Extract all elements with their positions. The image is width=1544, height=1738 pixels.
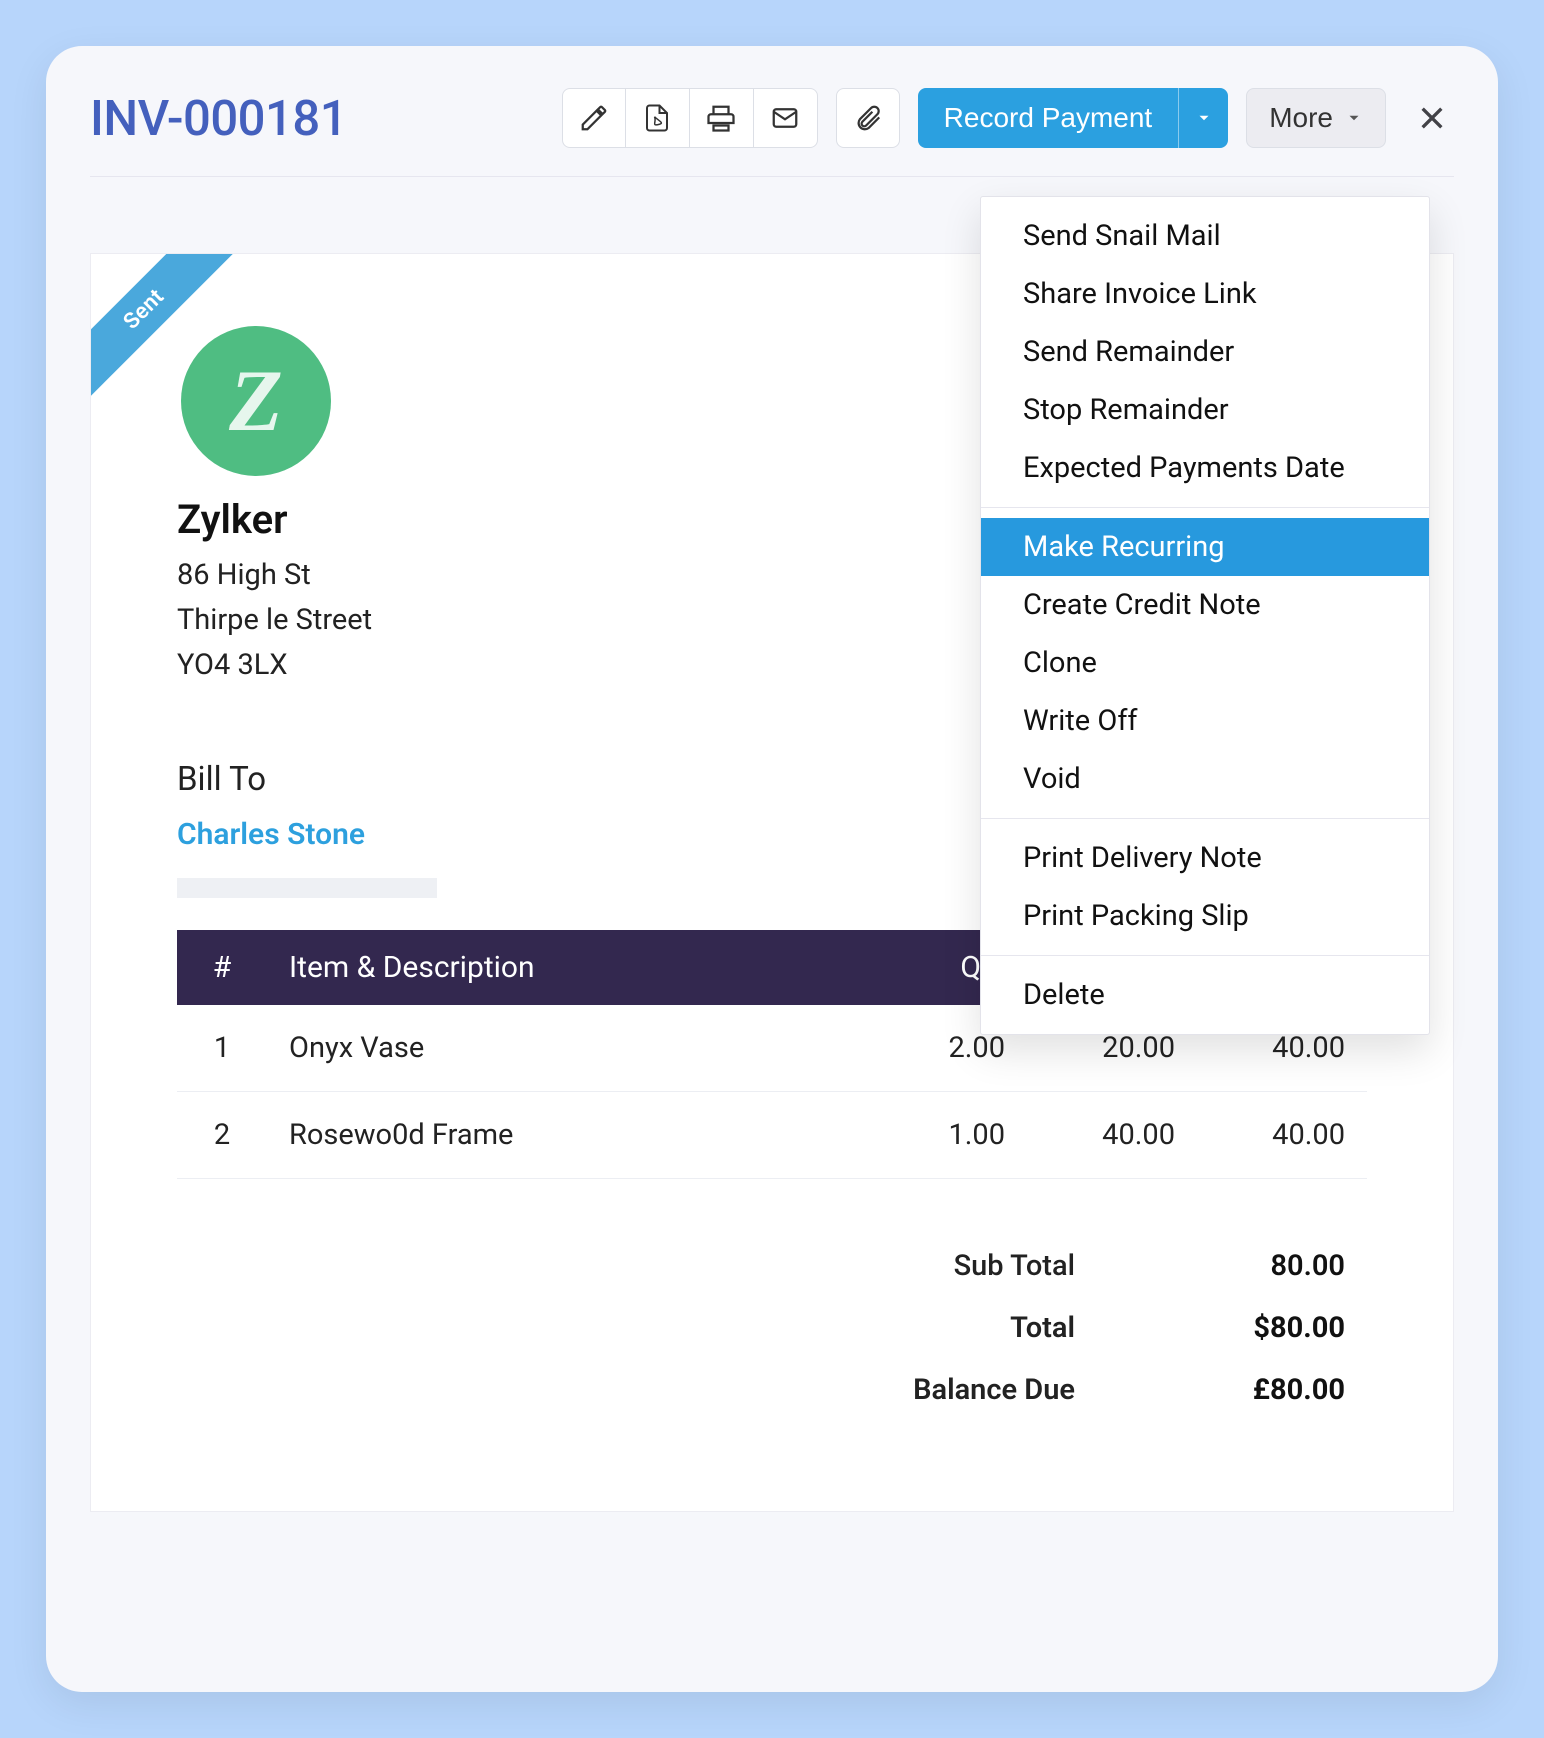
subtotal-row: Sub Total 80.00 (177, 1235, 1367, 1297)
menu-make-recurring[interactable]: Make Recurring (981, 518, 1429, 576)
menu-print-packing-slip[interactable]: Print Packing Slip (981, 887, 1429, 945)
menu-write-off[interactable]: Write Off (981, 692, 1429, 750)
mail-icon (770, 103, 800, 133)
total-label: Total (815, 1311, 1075, 1345)
totals-block: Sub Total 80.00 Total $80.00 Balance Due… (177, 1235, 1367, 1421)
menu-clone[interactable]: Clone (981, 634, 1429, 692)
topbar: INV-000181 Record Payment (90, 88, 1454, 177)
close-icon (1416, 102, 1448, 134)
bill-to-label: Bill To (177, 760, 437, 799)
menu-delete[interactable]: Delete (981, 966, 1429, 1024)
mail-button[interactable] (754, 88, 818, 148)
edit-icon (579, 103, 609, 133)
subtotal-label: Sub Total (815, 1249, 1075, 1283)
more-label: More (1269, 102, 1333, 134)
record-payment-caret[interactable] (1178, 88, 1228, 148)
menu-separator (981, 818, 1429, 819)
col-description: Item & Description (267, 930, 857, 1005)
balance-row: Balance Due £80.00 (177, 1359, 1367, 1421)
cell-description: Rosewo0d Frame (267, 1091, 857, 1178)
total-row: Total $80.00 (177, 1297, 1367, 1359)
subtotal-value: 80.00 (1165, 1249, 1345, 1283)
pdf-icon (642, 103, 672, 133)
cell-description: Onyx Vase (267, 1005, 857, 1092)
placeholder-line (177, 878, 437, 898)
attachment-button[interactable] (836, 88, 900, 148)
more-dropdown: Send Snail Mail Share Invoice Link Send … (980, 196, 1430, 1035)
record-payment-button[interactable]: Record Payment (918, 88, 1179, 148)
cell-rate: 40.00 (1027, 1091, 1197, 1178)
print-icon (706, 103, 736, 133)
invoice-number: INV-000181 (90, 90, 347, 147)
menu-share-invoice-link[interactable]: Share Invoice Link (981, 265, 1429, 323)
menu-send-remainder[interactable]: Send Remainder (981, 323, 1429, 381)
menu-void[interactable]: Void (981, 750, 1429, 808)
cell-qty: 1.00 (857, 1091, 1027, 1178)
cell-amount: 40.00 (1197, 1091, 1367, 1178)
app-frame: INV-000181 Record Payment (46, 46, 1498, 1692)
caret-down-icon (1345, 109, 1363, 127)
cell-number: 1 (177, 1005, 267, 1092)
balance-value: £80.00 (1165, 1373, 1345, 1407)
menu-send-snail-mail[interactable]: Send Snail Mail (981, 207, 1429, 265)
pdf-button[interactable] (626, 88, 690, 148)
company-logo: Z (181, 326, 331, 476)
attachment-icon (853, 103, 883, 133)
icon-button-group (562, 88, 818, 148)
bill-to-name[interactable]: Charles Stone (177, 817, 437, 852)
cell-number: 2 (177, 1091, 267, 1178)
menu-separator (981, 507, 1429, 508)
bill-to-block: Bill To Charles Stone (177, 760, 437, 898)
caret-down-icon (1195, 109, 1213, 127)
menu-separator (981, 955, 1429, 956)
print-button[interactable] (690, 88, 754, 148)
menu-create-credit-note[interactable]: Create Credit Note (981, 576, 1429, 634)
menu-stop-remainder[interactable]: Stop Remainder (981, 381, 1429, 439)
close-button[interactable] (1410, 96, 1454, 140)
table-row: 2 Rosewo0d Frame 1.00 40.00 40.00 (177, 1091, 1367, 1178)
total-value: $80.00 (1165, 1311, 1345, 1345)
record-payment-split-button: Record Payment (918, 88, 1229, 148)
col-number: # (177, 930, 267, 1005)
menu-print-delivery-note[interactable]: Print Delivery Note (981, 829, 1429, 887)
logo-letter: Z (229, 351, 283, 452)
menu-expected-payments-date[interactable]: Expected Payments Date (981, 439, 1429, 497)
balance-label: Balance Due (815, 1373, 1075, 1407)
edit-button[interactable] (562, 88, 626, 148)
more-button[interactable]: More (1246, 88, 1386, 148)
